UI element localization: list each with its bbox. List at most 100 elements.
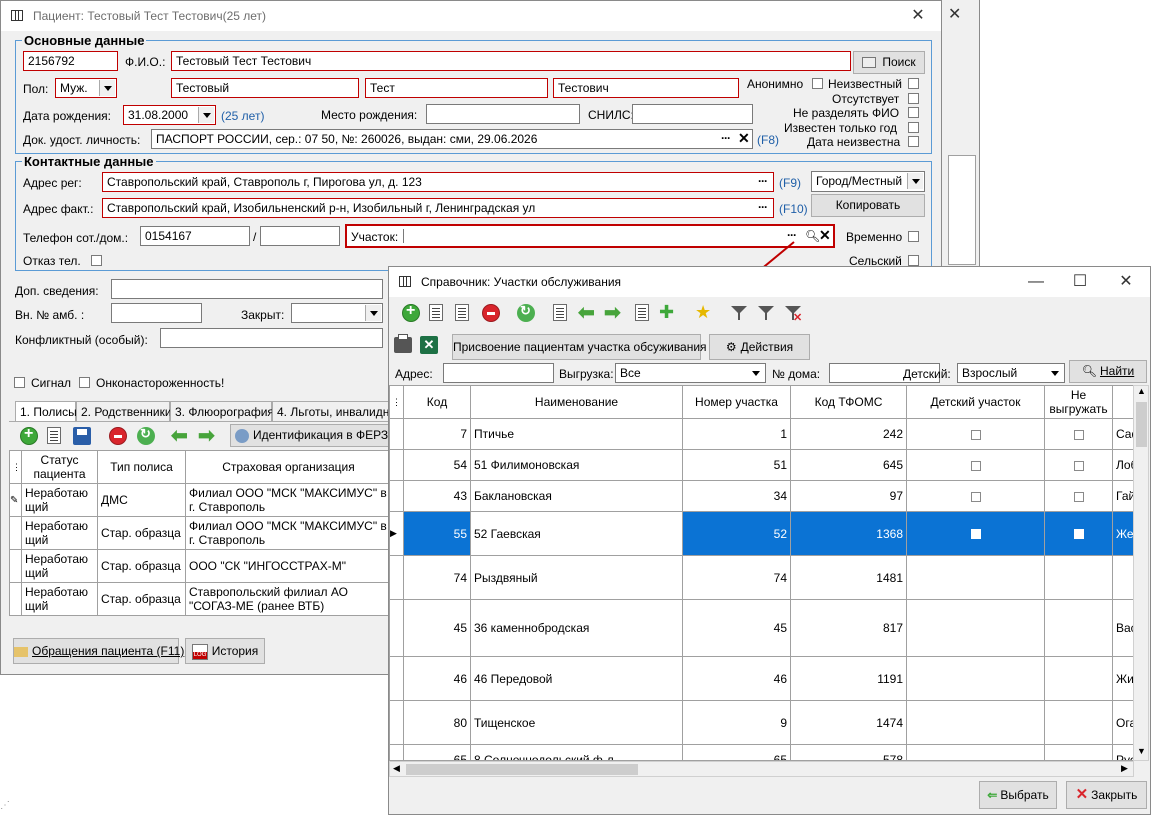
vertical-scroll-thumb[interactable] [1136,402,1147,447]
columns-icon[interactable] [553,304,567,321]
doc-field[interactable]: ПАСПОРТ РОССИИ, сер.: 07 50, №: 260026, … [151,129,753,149]
child-checkbox[interactable] [970,529,981,540]
col-number[interactable]: Номер участка [682,386,791,419]
filter-edit-icon[interactable] [758,305,774,321]
table-row[interactable]: 46 46 Передовой 46 1191 Жи, [390,656,1133,701]
tab-benefits[interactable]: 4. Льготы, инвалидно [272,401,396,421]
delete-icon[interactable] [482,304,500,322]
tab-relatives[interactable]: 2. Родственники [76,401,172,421]
onco-checkbox[interactable] [79,377,90,388]
phone-mobile-field[interactable]: 0154167 [140,226,250,246]
add-favorite-icon[interactable]: ✚ [659,303,674,321]
table-row[interactable]: 43 Баклановская 34 97 Гай [390,480,1133,512]
table-row[interactable]: 74 Рыздвяный 74 1481 [390,555,1133,600]
child-checkbox[interactable] [970,460,981,471]
no-upload-checkbox[interactable] [1073,529,1084,540]
table-row[interactable]: 54 51 Филимоновская 51 645 Лоб [390,449,1133,481]
copy-button[interactable]: Копировать [811,194,925,217]
refresh-icon[interactable] [517,303,535,322]
add-icon[interactable] [20,425,38,445]
col-child[interactable]: Детский участок [906,386,1045,419]
table-row[interactable]: Неработающий Стар. образца ООО "СК "ИНГО… [9,549,392,583]
visits-button[interactable]: Обращения пациента (F11) [13,638,184,664]
patient-id-field[interactable]: 2156792 [23,51,118,71]
child-filter-select[interactable]: Взрослый [957,363,1065,383]
cell-child[interactable] [906,449,1045,481]
col-code[interactable]: Код [403,386,471,419]
row-menu-icon[interactable]: ⋮ [9,450,22,484]
scroll-right-icon[interactable]: ▶ [1121,763,1128,774]
edit-doc-icon[interactable] [455,304,469,321]
filter-icon[interactable] [731,305,747,321]
fact-browse-icon[interactable]: ··· [758,200,768,214]
row-menu-icon[interactable]: ⋮ [390,386,404,419]
table-row[interactable]: 45 36 каменнобродская 45 817 Вас [390,599,1133,657]
rural-checkbox[interactable] [908,255,919,266]
excel-icon[interactable]: ✕ [420,336,438,354]
close-button[interactable]: ✕ Закрыть [1066,781,1147,809]
conflict-field[interactable] [160,328,383,348]
district-search-icon[interactable]: 🔍︎ [805,229,820,243]
only-year-checkbox[interactable] [908,122,919,133]
scroll-left-icon[interactable]: ◀ [393,763,400,774]
col-no-upload[interactable]: Не выгружать [1044,386,1113,419]
tab-fluorography[interactable]: 3. Флюорография [170,401,274,421]
absent-checkbox[interactable] [908,93,919,104]
cell-child[interactable] [906,511,1045,556]
closed-select[interactable] [291,303,383,323]
ferzl-button[interactable]: Идентификация в ФЕРЗЛ, [230,424,399,447]
resize-grip-icon[interactable]: ⋰ [0,800,10,811]
arrow-left-icon[interactable]: ⬅ [171,426,188,446]
horizontal-scrollbar[interactable]: ◀ ▶ [389,761,1134,777]
table-row[interactable]: 65 8 Солнечнодольский ф-л 65 578 Рус [390,744,1133,760]
vertical-scrollbar[interactable]: ▲ ▼ [1133,385,1149,761]
cell-child[interactable] [906,480,1045,512]
actions-button[interactable]: ⚙ Действия [709,334,810,360]
no-upload-checkbox[interactable] [1073,429,1084,440]
reg-address-field[interactable]: Ставропольский край, Ставрополь г, Пирог… [102,172,774,192]
find-button[interactable]: 🔍︎ Найти [1069,360,1147,383]
date-unknown-checkbox[interactable] [908,136,919,147]
col-status[interactable]: Статус пациента [21,450,98,484]
scroll-up-icon[interactable]: ▲ [1137,386,1146,396]
history-button[interactable]: LOG История [185,638,265,664]
select-button[interactable]: ⇐ Выбрать [979,781,1057,809]
save-icon[interactable] [73,427,91,445]
tab-policies[interactable]: 1. Полисы [15,401,77,421]
print-icon[interactable] [394,334,412,353]
extra-info-field[interactable] [111,279,383,299]
table-row[interactable]: Неработающий Стар. образца Ставропольски… [9,582,392,616]
no-upload-checkbox[interactable] [1073,460,1084,471]
cell-no-upload[interactable] [1044,418,1113,450]
reg-type-select[interactable]: Город/Местный [811,171,925,192]
arrow-right-icon[interactable]: ➡ [198,426,215,446]
copy-record-icon[interactable] [429,304,443,321]
middle-name-field[interactable]: Тестович [553,78,739,98]
temp-checkbox[interactable] [908,231,919,242]
sex-select[interactable]: Муж. [55,78,117,98]
edit-doc-icon[interactable] [47,427,61,444]
reg-browse-icon[interactable]: ··· [758,174,768,188]
doc-browse-icon[interactable]: ··· [721,131,731,145]
col-name[interactable]: Наименование [470,386,683,419]
refresh-icon[interactable] [137,426,155,445]
no-split-checkbox[interactable] [908,107,919,118]
table-row[interactable]: 80 Тищенское 9 1474 Ога [390,700,1133,745]
table-row-selected[interactable]: ▶ 55 52 Гаевская 52 1368 Жер [390,511,1133,556]
close-icon[interactable]: ✕ [903,5,933,27]
bg-close-icon[interactable]: ✕ [948,4,961,24]
calendar-dropdown-icon[interactable] [198,107,214,123]
arrow-right-icon[interactable]: ➡ [604,303,621,323]
scroll-down-icon[interactable]: ▼ [1137,746,1146,756]
table-row[interactable]: Неработающий Стар. образца Филиал ООО "М… [9,516,392,550]
assign-district-button[interactable]: Присвоение пациентам участка обсуживания [452,334,707,360]
cell-no-upload[interactable] [1044,511,1113,556]
birthplace-field[interactable] [426,104,580,124]
district-clear-icon[interactable]: ✕ [819,227,831,244]
phone-home-field[interactable] [260,226,340,246]
cell-no-upload[interactable] [1044,480,1113,512]
anonymous-checkbox[interactable] [812,78,823,89]
cell-no-upload[interactable] [1044,449,1113,481]
delete-icon[interactable] [109,427,127,445]
minimize-icon[interactable]: — [1021,271,1051,293]
